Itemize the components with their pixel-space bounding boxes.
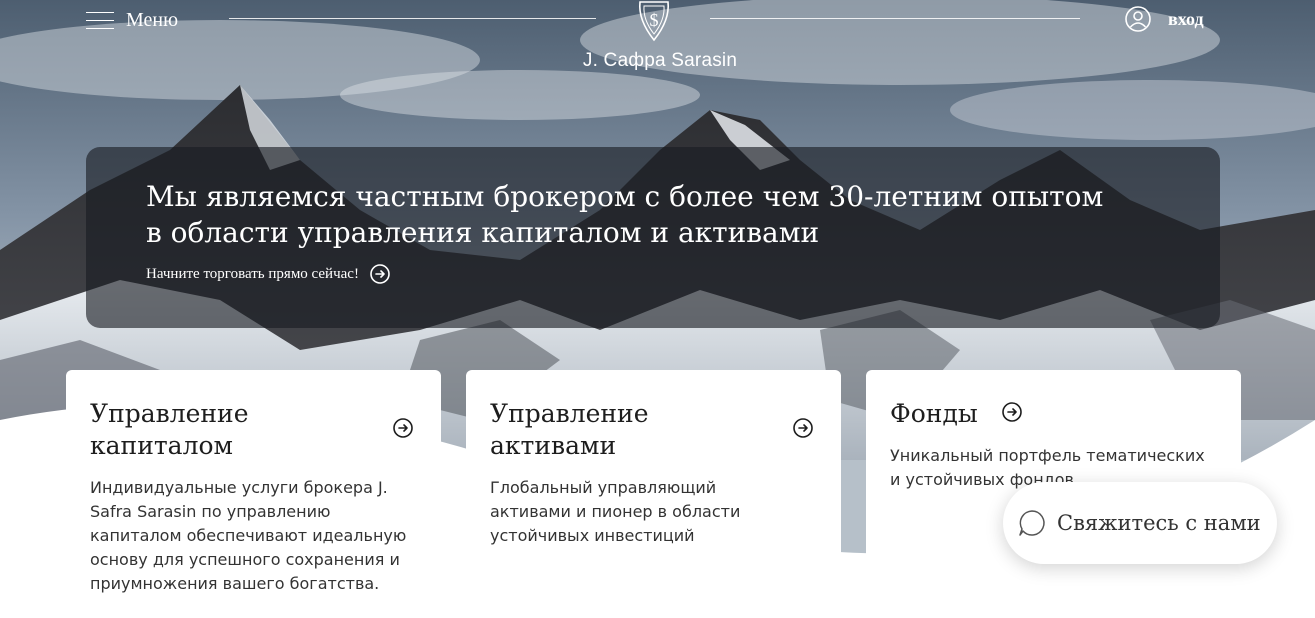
card-asset-management[interactable]: Управление активами Глобальный управляющ… <box>466 370 841 618</box>
card-title: Управление активами <box>490 399 649 460</box>
card-title: Управление капиталом <box>90 399 249 460</box>
menu-label: Меню <box>126 8 179 31</box>
card-description: Индивидуальные услуги брокера J. Safra S… <box>90 478 407 593</box>
hero-banner: Мы являемся частным брокером с более чем… <box>86 147 1220 328</box>
card-wealth-management[interactable]: Управление капиталом Индивидуальные услу… <box>66 370 441 618</box>
user-circle-icon <box>1125 6 1151 32</box>
start-trading-label: Начните торговать прямо сейчас! <box>146 265 359 282</box>
card-title: Фонды <box>890 399 978 428</box>
hero-title: Мы являемся частным брокером с более чем… <box>146 180 1104 249</box>
header-divider-right <box>710 18 1080 19</box>
arrow-right-circle-icon <box>370 264 390 284</box>
menu-button[interactable]: Меню <box>86 6 178 34</box>
login-label: вход <box>1168 8 1204 29</box>
start-trading-link[interactable]: Начните торговать прямо сейчас! <box>146 263 391 285</box>
brand-name[interactable]: J. Сафра Sarasin <box>540 50 780 72</box>
arrow-right-circle-icon[interactable] <box>792 417 814 439</box>
hamburger-icon <box>86 10 114 30</box>
contact-us-label: Свяжитесь с нами <box>1057 511 1261 535</box>
login-button[interactable]: вход <box>1124 5 1204 33</box>
svg-text:$: $ <box>650 10 659 30</box>
card-description: Глобальный управляющий активами и пионер… <box>490 478 741 545</box>
header-divider-left <box>229 18 596 19</box>
shield-emblem-icon[interactable]: $ <box>634 0 674 42</box>
contact-us-button[interactable]: Свяжитесь с нами <box>1003 482 1277 564</box>
chat-bubble-icon <box>1019 510 1045 536</box>
arrow-right-circle-icon[interactable] <box>392 417 414 439</box>
arrow-right-circle-icon[interactable] <box>1001 401 1023 423</box>
